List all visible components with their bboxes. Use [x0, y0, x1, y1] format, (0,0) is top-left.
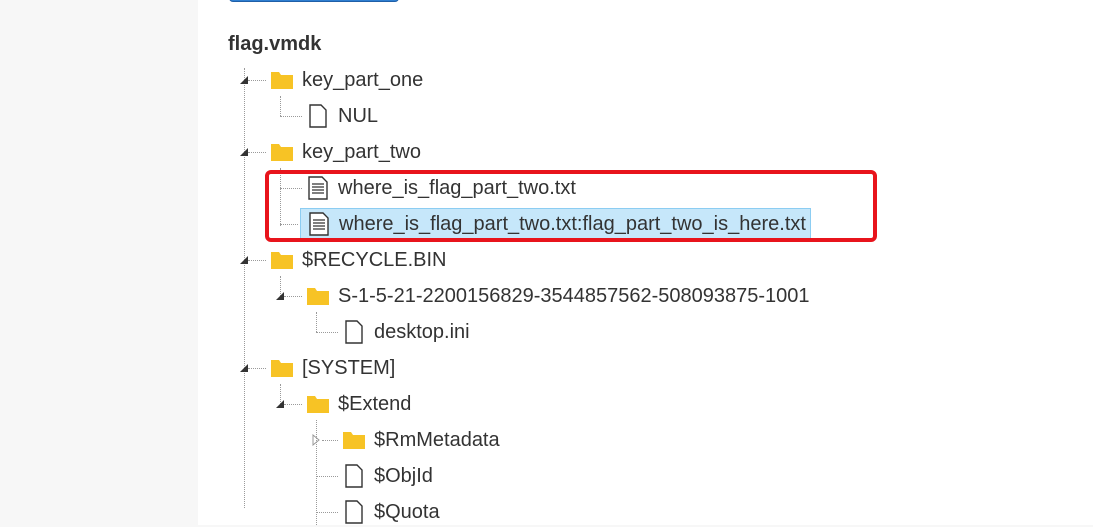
- tree-node-file[interactable]: $Quota: [342, 497, 440, 527]
- tree-node-text-file[interactable]: where_is_flag_part_two.txt: [306, 173, 576, 203]
- tree-node-label: $RECYCLE.BIN: [302, 248, 447, 271]
- tree-node-file[interactable]: NUL: [306, 101, 378, 131]
- tree-node-folder[interactable]: $RECYCLE.BIN: [270, 245, 447, 275]
- text-file-icon: [309, 212, 329, 236]
- tree-root-label: flag.vmdk: [228, 33, 322, 55]
- tree-node-folder[interactable]: key_part_two: [270, 137, 421, 167]
- tree-guide-line: [244, 68, 245, 508]
- folder-icon: [307, 288, 329, 305]
- tree-guide-line: [248, 80, 266, 81]
- tree-guide-line: [248, 152, 266, 153]
- tree-guide-line: [316, 332, 338, 333]
- folder-icon: [271, 360, 293, 377]
- tree-guide-line: [280, 188, 302, 189]
- tree-node-folder[interactable]: key_part_one: [270, 65, 423, 95]
- tree-guide-line: [280, 224, 298, 225]
- tree-node-label: where_is_flag_part_two.txt:flag_part_two…: [339, 212, 806, 235]
- file-icon: [309, 104, 327, 128]
- tree-node-label: $RmMetadata: [374, 428, 500, 451]
- tree-guide-line: [280, 96, 281, 116]
- tree-node-folder[interactable]: S-1-5-21-2200156829-3544857562-508093875…: [306, 281, 810, 311]
- folder-icon: [271, 252, 293, 269]
- text-file-icon: [308, 176, 328, 200]
- tree-node-label: $Quota: [374, 500, 440, 523]
- file-icon: [345, 500, 363, 524]
- tree-node-folder[interactable]: $RmMetadata: [342, 425, 500, 455]
- collapse-toggle-icon[interactable]: [238, 362, 250, 374]
- tree-guide-line: [322, 440, 338, 441]
- file-icon: [345, 464, 363, 488]
- tree-node-label: $ObjId: [374, 464, 433, 487]
- tree-node-folder[interactable]: [SYSTEM]: [270, 353, 395, 383]
- tree-guide-line: [280, 116, 302, 117]
- tree-node-label: S-1-5-21-2200156829-3544857562-508093875…: [338, 284, 810, 307]
- tree-node-label: desktop.ini: [374, 320, 470, 343]
- folder-icon: [271, 72, 293, 89]
- folder-icon: [307, 396, 329, 413]
- tree-guide-line: [316, 312, 317, 332]
- tree-node-text-file-selected[interactable]: where_is_flag_part_two.txt:flag_part_two…: [300, 208, 811, 240]
- toolbar-button[interactable]: [229, 0, 399, 2]
- collapse-toggle-icon[interactable]: [238, 74, 250, 86]
- tree-guide-line: [248, 260, 266, 261]
- tree-guide-line: [248, 368, 266, 369]
- tree-node-label: NUL: [338, 104, 379, 127]
- folder-icon: [271, 144, 293, 161]
- tree-guide-line: [284, 404, 302, 405]
- tree-guide-line: [284, 296, 302, 297]
- collapse-toggle-icon[interactable]: [274, 398, 286, 410]
- tree-node-label: $Extend: [338, 392, 412, 415]
- tree-node-label: key_part_two: [302, 140, 421, 163]
- tree-guide-line: [280, 168, 281, 226]
- tree-node-label: [SYSTEM]: [302, 356, 396, 379]
- file-icon: [345, 320, 363, 344]
- tree-node-label: key_part_one: [302, 68, 424, 91]
- folder-icon: [343, 432, 365, 449]
- tree-guide-line: [316, 476, 338, 477]
- tree-node-file[interactable]: desktop.ini: [342, 317, 470, 347]
- collapse-toggle-icon[interactable]: [238, 254, 250, 266]
- tree-guide-line: [316, 512, 338, 513]
- expand-toggle-icon[interactable]: [310, 434, 322, 446]
- tree-node-folder[interactable]: $Extend: [306, 389, 411, 419]
- collapse-toggle-icon[interactable]: [274, 290, 286, 302]
- tree-node-label: where_is_flag_part_two.txt: [338, 176, 576, 199]
- tree-node-file[interactable]: $ObjId: [342, 461, 433, 491]
- collapse-toggle-icon[interactable]: [238, 146, 250, 158]
